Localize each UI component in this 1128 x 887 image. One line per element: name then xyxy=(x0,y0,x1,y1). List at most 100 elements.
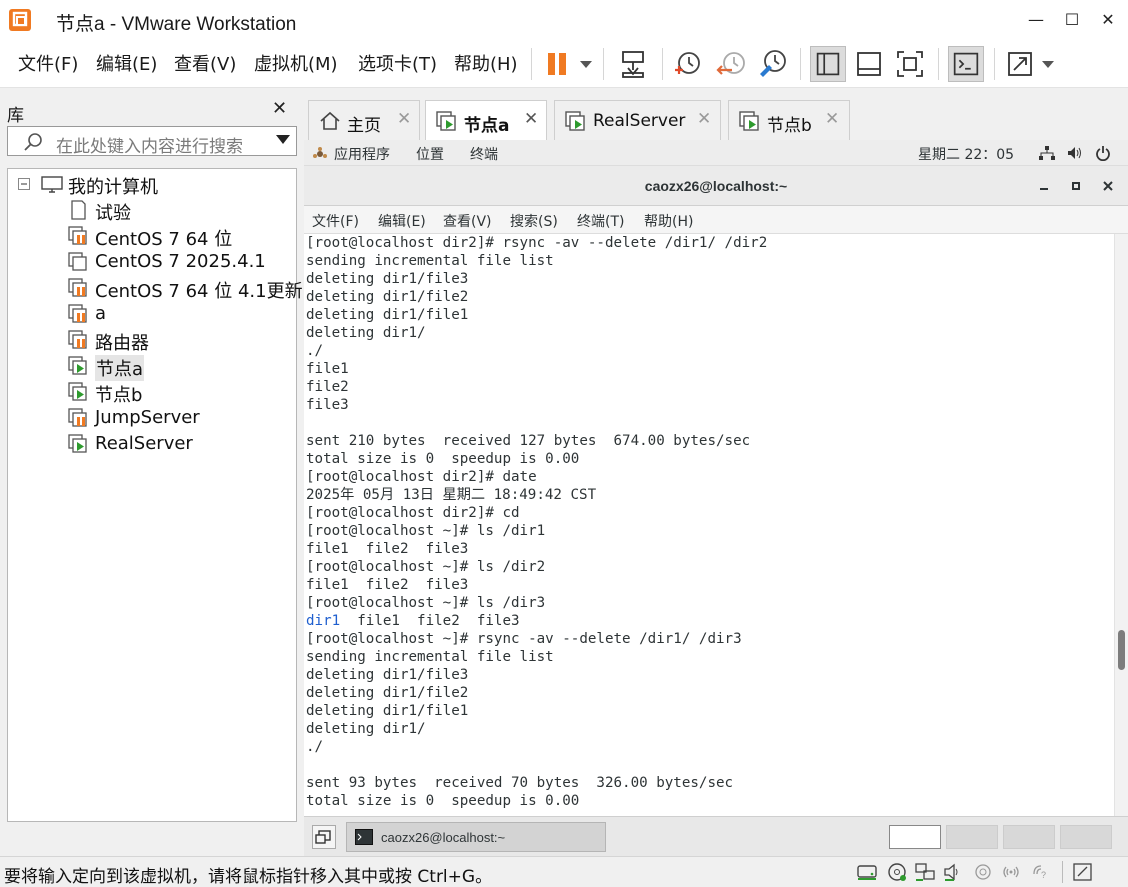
cd-dvd-icon[interactable] xyxy=(886,862,908,882)
terminal-menu-terminal[interactable]: 终端(T) xyxy=(577,211,624,231)
vmware-app-icon xyxy=(9,9,31,31)
minimize-icon[interactable] xyxy=(1038,180,1050,192)
tab-node-a[interactable]: 节点a ✕ xyxy=(425,100,547,140)
tree-root-label: 我的计算机 xyxy=(68,177,158,198)
tree-item[interactable]: RealServer xyxy=(8,431,296,457)
terminal-menu-edit[interactable]: 编辑(E) xyxy=(378,211,426,231)
tree-root-my-computer[interactable]: 我的计算机 xyxy=(8,171,296,198)
svg-text:?: ? xyxy=(1041,870,1046,880)
vm-document-icon xyxy=(71,200,86,220)
chevron-down-icon xyxy=(580,61,592,68)
menu-vm[interactable]: 虚拟机(M) xyxy=(254,50,338,76)
tree-item[interactable]: JumpServer xyxy=(8,405,296,431)
guest-menu-applications[interactable]: 应用程序 xyxy=(334,144,390,164)
tree-item[interactable]: 节点a xyxy=(8,353,296,381)
terminal-menu-search[interactable]: 搜索(S) xyxy=(510,211,558,231)
taskbar-terminal-button[interactable]: caozx26@localhost:~ xyxy=(346,822,606,852)
suspend-button[interactable] xyxy=(540,46,596,82)
tree-item-label: 试验 xyxy=(95,203,131,224)
tree-item[interactable]: 节点b xyxy=(8,379,296,406)
library-search-input[interactable]: 在此处键入内容进行搜索 xyxy=(7,126,297,157)
terminal-line: [root@localhost ~]# ls /dir2 xyxy=(306,559,546,575)
show-desktop-icon[interactable] xyxy=(312,825,336,849)
workspace-3[interactable] xyxy=(1003,825,1055,849)
taskbar-terminal-label: caozx26@localhost:~ xyxy=(381,830,506,845)
minimize-button[interactable]: — xyxy=(1024,8,1048,32)
usb-icon[interactable] xyxy=(972,862,994,882)
terminal-output[interactable]: [root@localhost dir2]# rsync -av --delet… xyxy=(304,234,1114,816)
console-view-button[interactable] xyxy=(948,46,984,82)
snapshot-manager-button[interactable] xyxy=(755,46,791,82)
tree-item[interactable]: a xyxy=(8,301,296,327)
vm-running-icon xyxy=(565,111,585,131)
terminal-line: [root@localhost ~]# rsync -av --delete /… xyxy=(306,631,742,647)
stretch-guest-button[interactable] xyxy=(1004,46,1060,82)
terminal-menu-file[interactable]: 文件(F) xyxy=(312,211,359,231)
terminal-scrollbar[interactable] xyxy=(1114,234,1128,816)
full-screen-button[interactable] xyxy=(892,46,928,82)
tree-item[interactable]: CentOS 7 64 位 xyxy=(8,223,296,250)
collapse-icon[interactable] xyxy=(18,178,30,190)
guest-clock[interactable]: 星期二 22：05 xyxy=(918,144,1014,164)
sound-card-icon[interactable] xyxy=(942,862,964,882)
terminal-line: total size is 0 speedup is 0.00 xyxy=(306,793,580,809)
status-bar: 要将输入定向到该虚拟机，请将鼠标指针移入其中或按 Ctrl+G。 ? xyxy=(0,856,1128,887)
terminal-line: deleting dir1/ xyxy=(306,325,426,341)
tab-node-b-close-icon[interactable]: ✕ xyxy=(825,109,839,129)
terminal-menu-view[interactable]: 查看(V) xyxy=(443,211,492,231)
terminal-dir-entry: dir1 xyxy=(306,613,341,629)
terminal-line: sent 93 bytes received 70 bytes 326.00 b… xyxy=(306,775,734,791)
revert-snapshot-button[interactable] xyxy=(714,46,750,82)
tree-item-label: CentOS 7 64 位 4.1更新 xyxy=(95,281,303,302)
network-adapter-icon[interactable] xyxy=(914,862,936,882)
tab-realserver[interactable]: RealServer ✕ xyxy=(554,100,721,140)
tab-home-close-icon[interactable]: ✕ xyxy=(397,109,411,129)
tree-item[interactable]: CentOS 7 2025.4.1 xyxy=(8,249,296,275)
tree-item[interactable]: 试验 xyxy=(8,197,296,224)
message-log-icon[interactable] xyxy=(1072,862,1094,882)
tab-node-a-close-icon[interactable]: ✕ xyxy=(524,109,538,129)
vm-running-icon xyxy=(436,111,456,131)
terminal-menu-help[interactable]: 帮助(H) xyxy=(644,211,693,231)
terminal-line: file2 xyxy=(306,379,349,395)
search-icon xyxy=(24,133,42,151)
thumbnail-bar-button[interactable] xyxy=(851,46,887,82)
send-ctrl-alt-del-button[interactable] xyxy=(616,46,652,82)
guest-menu-terminal[interactable]: 终端 xyxy=(470,144,498,164)
volume-icon[interactable] xyxy=(1066,145,1084,161)
menu-view[interactable]: 查看(V) xyxy=(174,50,236,76)
terminal-line: [root@localhost ~]# ls /dir1 xyxy=(306,523,546,539)
menu-tabs[interactable]: 选项卡(T) xyxy=(358,50,437,76)
tab-home[interactable]: 主页 ✕ xyxy=(308,100,420,140)
workspace-2[interactable] xyxy=(946,825,998,849)
menu-help[interactable]: 帮助(H) xyxy=(454,50,518,76)
close-icon[interactable] xyxy=(1102,180,1114,192)
workspace-1[interactable] xyxy=(889,825,941,849)
tab-node-b[interactable]: 节点b ✕ xyxy=(728,100,850,140)
scrollbar-thumb[interactable] xyxy=(1118,630,1125,670)
tree-item[interactable]: CentOS 7 64 位 4.1更新 xyxy=(8,275,303,302)
power-icon[interactable] xyxy=(1094,145,1112,161)
menu-edit[interactable]: 编辑(E) xyxy=(96,50,157,76)
show-library-button[interactable] xyxy=(810,46,846,82)
tab-realserver-close-icon[interactable]: ✕ xyxy=(697,109,711,129)
maximize-button[interactable]: ☐ xyxy=(1060,8,1084,32)
take-snapshot-button[interactable] xyxy=(670,46,706,82)
network-icon[interactable] xyxy=(1038,145,1056,161)
tree-item-label: a xyxy=(95,303,107,324)
close-button[interactable]: ✕ xyxy=(1096,8,1120,32)
terminal-line: deleting dir1/file2 xyxy=(306,685,469,701)
menu-file[interactable]: 文件(F) xyxy=(18,50,78,76)
toolbar-separator xyxy=(531,48,532,80)
maximize-icon[interactable] xyxy=(1070,180,1082,192)
vm-running-icon xyxy=(739,111,759,131)
workspace-4[interactable] xyxy=(1060,825,1112,849)
hard-disk-icon[interactable] xyxy=(856,862,878,882)
wireless-icon[interactable] xyxy=(1000,862,1022,882)
printer-icon[interactable]: ? xyxy=(1030,862,1052,882)
terminal-line: [root@localhost dir2]# date xyxy=(306,469,537,485)
guest-menu-places[interactable]: 位置 xyxy=(416,144,444,164)
library-close-button[interactable]: ✕ xyxy=(272,98,287,119)
tree-item[interactable]: 路由器 xyxy=(8,327,296,354)
chevron-down-icon[interactable] xyxy=(276,135,290,144)
